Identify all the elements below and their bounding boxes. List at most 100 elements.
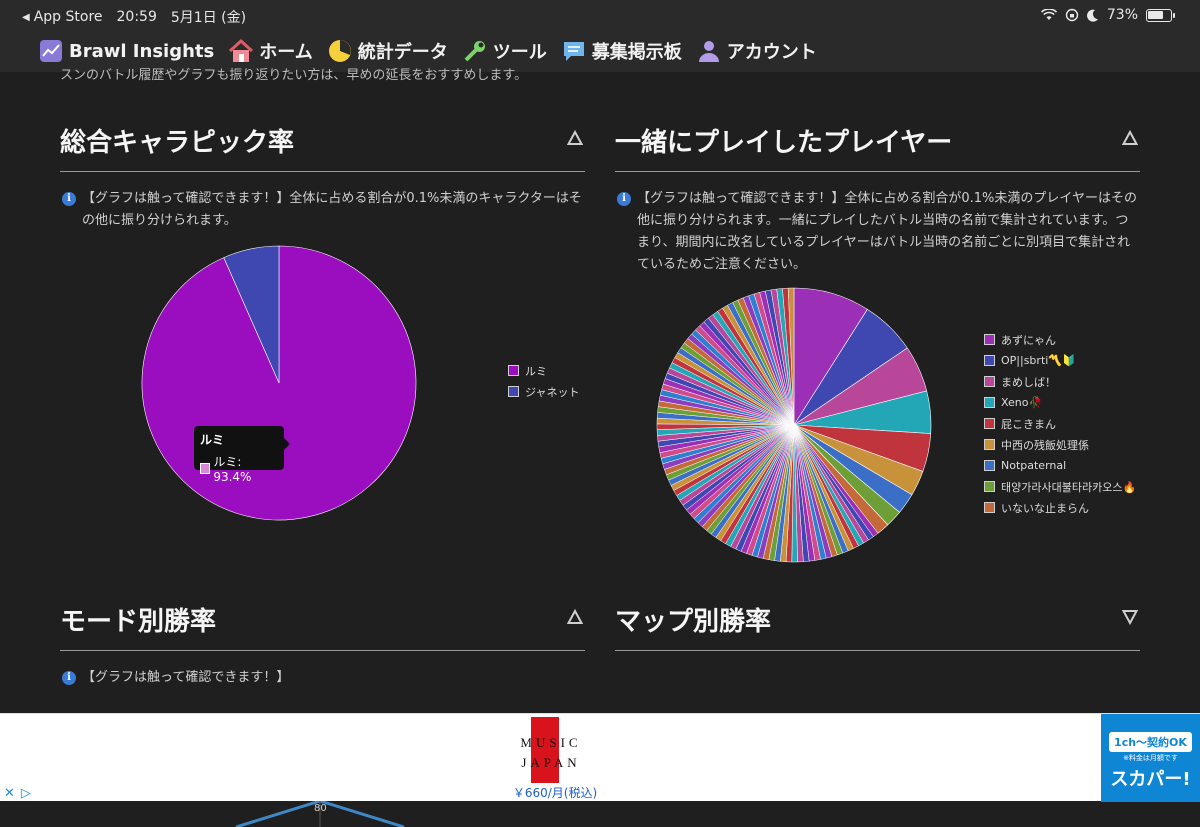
teammates-title: 一緒にプレイしたプレイヤー bbox=[615, 128, 953, 158]
battery-level bbox=[1148, 10, 1164, 19]
legend-label: いないな止まらん bbox=[1001, 501, 1089, 515]
brand-name: Brawl Insights bbox=[69, 40, 215, 62]
pie-chart-icon bbox=[327, 38, 353, 64]
info-icon: i bbox=[617, 192, 631, 206]
legend-label: ルミ bbox=[525, 364, 547, 378]
legend-item[interactable]: 태양가라사대불타라카오스🔥 bbox=[984, 476, 1136, 497]
nav-home[interactable]: ホーム bbox=[228, 38, 313, 64]
legend-label: あずにゃん bbox=[1001, 333, 1056, 347]
legend-swatch bbox=[984, 376, 995, 387]
chat-icon bbox=[561, 38, 587, 64]
ad-banner[interactable]: MUSIC JAPAN ￥660/月(税込) 1ch〜契約OK ※料金は月額です… bbox=[0, 713, 1200, 802]
legend-label: 中西の残飯処理係 bbox=[1001, 438, 1089, 452]
info-icon: i bbox=[62, 671, 76, 685]
brand-link[interactable]: Brawl Insights bbox=[38, 38, 214, 64]
back-app-label: App Store bbox=[33, 9, 103, 25]
legend-item[interactable]: まめしば！ bbox=[984, 371, 1136, 392]
nav-stats-label: 統計データ bbox=[357, 42, 448, 63]
status-time: 20:59 bbox=[116, 9, 157, 25]
teammates-legend: あずにゃん OP||sbrti〽️🔰 まめしば！ Xeno🥀 屁こきまん中西の残飯処理係… bbox=[984, 329, 1136, 518]
close-icon[interactable]: ✕ bbox=[4, 786, 15, 801]
legend-item[interactable]: 中西の残飯処理係 bbox=[984, 434, 1136, 455]
legend-item[interactable]: Xeno🥀 bbox=[984, 392, 1136, 413]
rotation-lock-icon bbox=[1065, 8, 1079, 22]
teammates-note: i 【グラフは触って確認できます！】全体に占める割合が0.1%未満のプレイヤーは… bbox=[615, 188, 1140, 276]
legend-swatch bbox=[984, 397, 995, 408]
nav-home-label: ホーム bbox=[259, 42, 313, 63]
nav-stats[interactable]: 統計データ bbox=[327, 38, 448, 64]
line-chart-icon bbox=[38, 38, 64, 64]
legend-label: ジャネット bbox=[525, 385, 580, 399]
legend-item[interactable]: 屁こきまん bbox=[984, 413, 1136, 434]
ad-price: ￥660/月(税込) bbox=[512, 786, 598, 800]
chart-tooltip: ルミ ルミ: 93.4% bbox=[194, 426, 290, 484]
map-winrate-title: マップ別勝率 bbox=[615, 607, 772, 637]
info-icon: i bbox=[62, 192, 76, 206]
status-date: 5月1日 (金) bbox=[170, 10, 247, 26]
back-arrow-icon: ◀ bbox=[22, 11, 30, 23]
legend-label: 屁こきまん bbox=[1001, 417, 1056, 431]
nav-account[interactable]: アカウント bbox=[696, 38, 817, 64]
ad-right-line2: ※料金は月額です bbox=[1123, 754, 1178, 762]
ad-skyperfect[interactable]: 1ch〜契約OK ※料金は月額です スカパー! bbox=[1101, 714, 1200, 802]
mode-radar-chart[interactable]: 80 bbox=[0, 801, 1200, 827]
ad-right-brand: スカパー! bbox=[1110, 769, 1191, 790]
user-icon bbox=[696, 38, 722, 64]
mode-winrate-note-text: 【グラフは触って確認できます！】 bbox=[82, 670, 290, 685]
legend-label: Xeno🥀 bbox=[1001, 396, 1043, 409]
house-icon bbox=[228, 38, 254, 64]
logo-line1: MUSIC bbox=[520, 735, 581, 750]
legend-swatch bbox=[984, 334, 995, 345]
mode-winrate-note: i 【グラフは触って確認できます！】 bbox=[60, 667, 585, 689]
legend-swatch bbox=[508, 365, 519, 376]
legend-label: まめしば！ bbox=[1001, 375, 1056, 389]
expand-triangle-icon[interactable] bbox=[1122, 609, 1138, 625]
music-japan-logo: MUSIC JAPAN bbox=[503, 717, 599, 783]
wrench-icon bbox=[462, 38, 488, 64]
pick-rate-note-text: 【グラフは触って確認できます！】全体に占める割合が0.1%未満のキャラクターはそ… bbox=[82, 191, 582, 228]
pick-rate-pie-chart[interactable] bbox=[140, 244, 418, 522]
notice-text: スンのバトル履歴やグラフも振り返りたい方は、早めの延長をおすすめします。 bbox=[60, 68, 528, 83]
collapse-triangle-icon[interactable] bbox=[567, 130, 583, 146]
teammates-section: 一緒にプレイしたプレイヤー i 【グラフは触って確認できます！】全体に占める割合… bbox=[615, 112, 1140, 276]
legend-item[interactable]: Notpaternal bbox=[984, 455, 1136, 476]
moon-icon bbox=[1086, 9, 1098, 22]
legend-swatch bbox=[984, 502, 995, 513]
legend-swatch bbox=[984, 418, 995, 429]
pick-rate-note: i 【グラフは触って確認できます！】全体に占める割合が0.1%未満のキャラクター… bbox=[60, 188, 585, 232]
nav-tools[interactable]: ツール bbox=[462, 38, 547, 64]
teammates-pie-chart[interactable] bbox=[655, 286, 933, 564]
logo-line2: JAPAN bbox=[521, 755, 580, 770]
legend-swatch bbox=[984, 439, 995, 450]
pick-rate-title: 総合キャラピック率 bbox=[60, 128, 295, 158]
wifi-icon bbox=[1040, 9, 1057, 20]
pick-rate-legend: ルミ ジャネット bbox=[508, 360, 579, 402]
battery-icon bbox=[1146, 8, 1175, 22]
status-bar: ◀ App Store 20:59 5月1日 (金) 73% bbox=[0, 0, 1200, 32]
nav-account-label: アカウント bbox=[726, 42, 817, 63]
legend-item[interactable]: ルミ bbox=[508, 360, 579, 381]
legend-swatch bbox=[984, 481, 995, 492]
nav-board[interactable]: 募集掲示板 bbox=[561, 38, 682, 64]
collapse-triangle-icon[interactable] bbox=[1122, 130, 1138, 146]
tooltip-swatch bbox=[200, 463, 211, 474]
legend-item[interactable]: いないな止まらん bbox=[984, 497, 1136, 518]
radar-tick-label: 80 bbox=[314, 803, 327, 814]
collapse-triangle-icon[interactable] bbox=[567, 609, 583, 625]
legend-item[interactable]: あずにゃん bbox=[984, 329, 1136, 350]
legend-item[interactable]: OP||sbrti〽️🔰 bbox=[984, 350, 1136, 371]
mode-winrate-section: モード別勝率 i 【グラフは触って確認できます！】 bbox=[60, 591, 585, 689]
tooltip-value: ルミ: 93.4% bbox=[213, 455, 252, 484]
legend-swatch bbox=[984, 355, 995, 366]
legend-item[interactable]: ジャネット bbox=[508, 381, 579, 402]
nav-board-label: 募集掲示板 bbox=[591, 42, 682, 63]
back-to-app-link[interactable]: ◀ App Store bbox=[22, 9, 103, 25]
teammates-note-text: 【グラフは触って確認できます！】全体に占める割合が0.1%未満のプレイヤーはその… bbox=[637, 191, 1137, 272]
map-winrate-section: マップ別勝率 bbox=[615, 591, 1140, 651]
tooltip-title: ルミ bbox=[200, 433, 225, 447]
adchoices-icon[interactable]: ▷ bbox=[21, 786, 31, 801]
pick-rate-section: 総合キャラピック率 i 【グラフは触って確認できます！】全体に占める割合が0.1… bbox=[60, 112, 585, 232]
legend-label: Notpaternal bbox=[1001, 459, 1067, 472]
nav-tools-label: ツール bbox=[492, 42, 547, 63]
legend-swatch bbox=[508, 386, 519, 397]
